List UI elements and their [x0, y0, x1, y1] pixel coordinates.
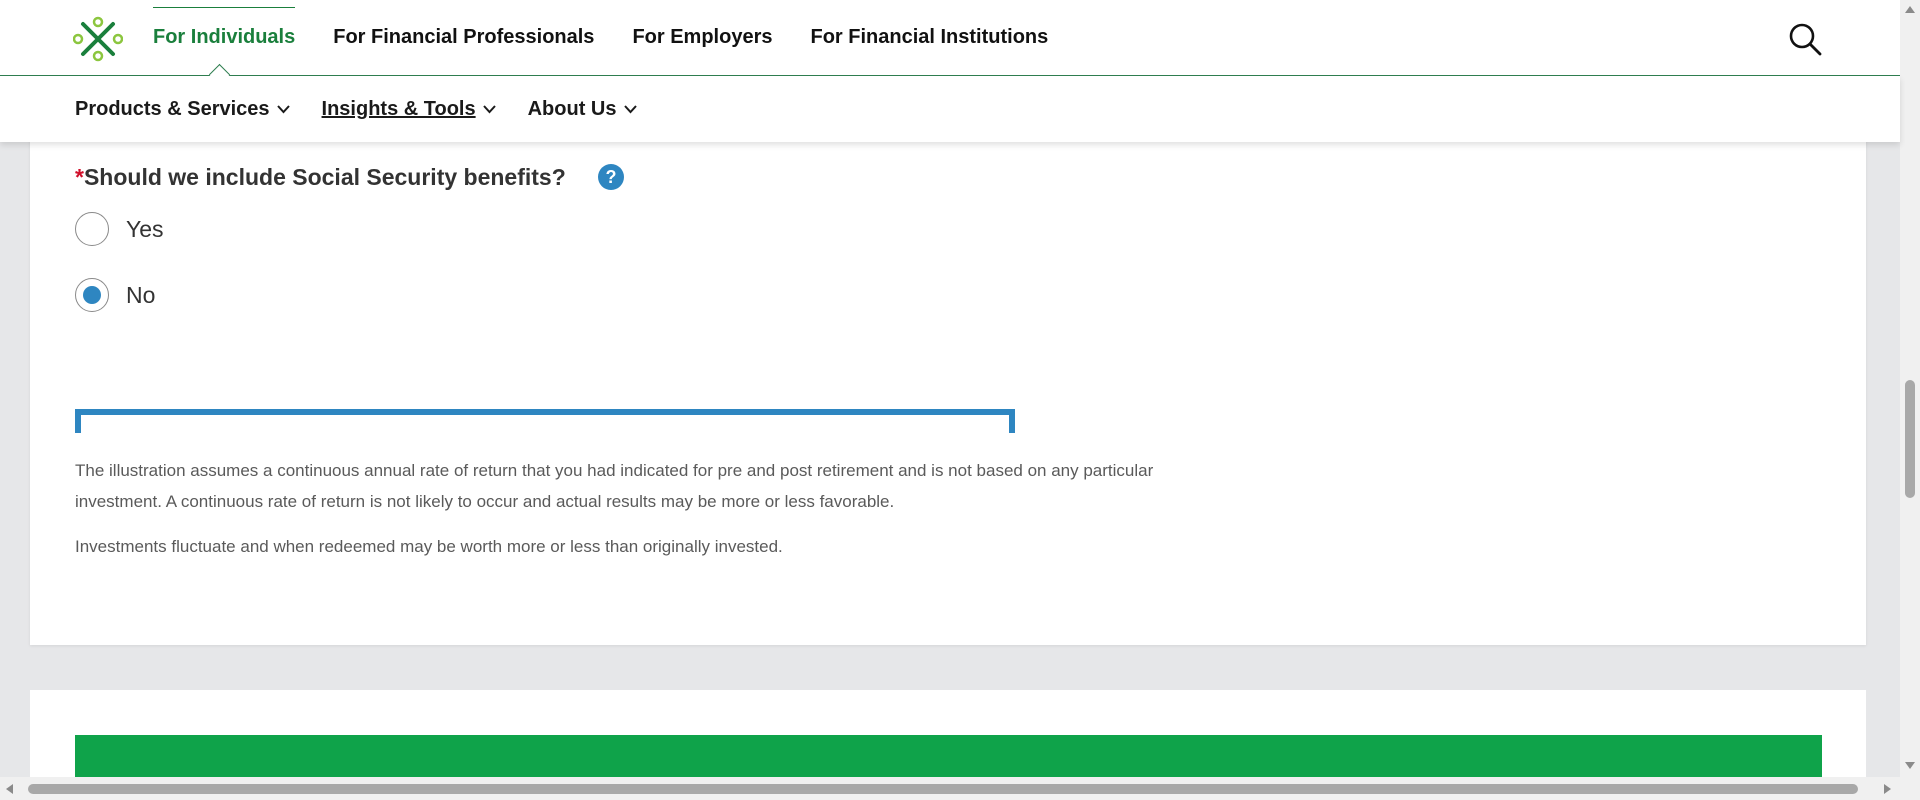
search-icon[interactable]	[1788, 22, 1822, 56]
nav-for-financial-professionals[interactable]: For Financial Professionals	[333, 26, 594, 49]
scroll-up-arrow-icon[interactable]	[1905, 6, 1915, 13]
scroll-left-arrow-icon[interactable]	[6, 784, 13, 794]
radio-label: Yes	[126, 215, 164, 242]
question-text: Should we include Social Security benefi…	[83, 164, 566, 190]
horizontal-scroll-thumb[interactable]	[28, 784, 1858, 794]
menu-about-us[interactable]: About Us	[528, 98, 637, 121]
radio-selected-dot	[83, 286, 101, 304]
menu-label: About Us	[527, 97, 617, 120]
social-security-question: *Should we include Social Security benef…	[75, 164, 566, 191]
calculator-card	[30, 130, 1866, 645]
sub-navigation: Products & Services Insights & Tools Abo…	[0, 76, 1900, 142]
nav-for-employers[interactable]: For Employers	[632, 26, 772, 49]
chevron-down-icon	[482, 104, 496, 113]
menu-insights-tools[interactable]: Insights & Tools	[322, 98, 496, 121]
radio-option-no[interactable]: No	[75, 278, 155, 312]
audience-links: For Individuals For Financial Profession…	[153, 0, 1086, 75]
brand-logo[interactable]	[73, 16, 123, 62]
required-marker: *	[75, 164, 84, 190]
svg-text:?: ?	[606, 167, 617, 187]
section-banner	[75, 735, 1822, 777]
menu-label: Insights & Tools	[321, 97, 476, 120]
radio-button[interactable]	[75, 212, 109, 246]
menu-products-services[interactable]: Products & Services	[75, 98, 290, 121]
chevron-down-icon	[623, 104, 637, 113]
vertical-scroll-thumb[interactable]	[1905, 380, 1915, 498]
scroll-down-arrow-icon[interactable]	[1905, 762, 1915, 769]
scroll-right-arrow-icon[interactable]	[1884, 784, 1891, 794]
nav-for-individuals[interactable]: For Individuals	[153, 7, 296, 49]
nav-for-financial-institutions[interactable]: For Financial Institutions	[810, 26, 1048, 49]
radio-label: No	[126, 281, 156, 308]
top-navigation: For Individuals For Financial Profession…	[0, 0, 1900, 76]
radio-button[interactable]	[75, 278, 109, 312]
horizontal-scrollbar[interactable]	[0, 777, 1900, 800]
help-icon[interactable]: ?	[597, 163, 625, 191]
menu-label: Products & Services	[75, 97, 270, 120]
vertical-scrollbar[interactable]	[1900, 0, 1920, 800]
disclaimer-text: Investments fluctuate and when redeemed …	[75, 537, 783, 556]
radio-option-yes[interactable]: Yes	[75, 212, 164, 246]
disclaimer-text: The illustration assumes a continuous an…	[75, 461, 1154, 511]
results-bracket	[75, 409, 1015, 433]
chevron-down-icon	[276, 104, 290, 113]
